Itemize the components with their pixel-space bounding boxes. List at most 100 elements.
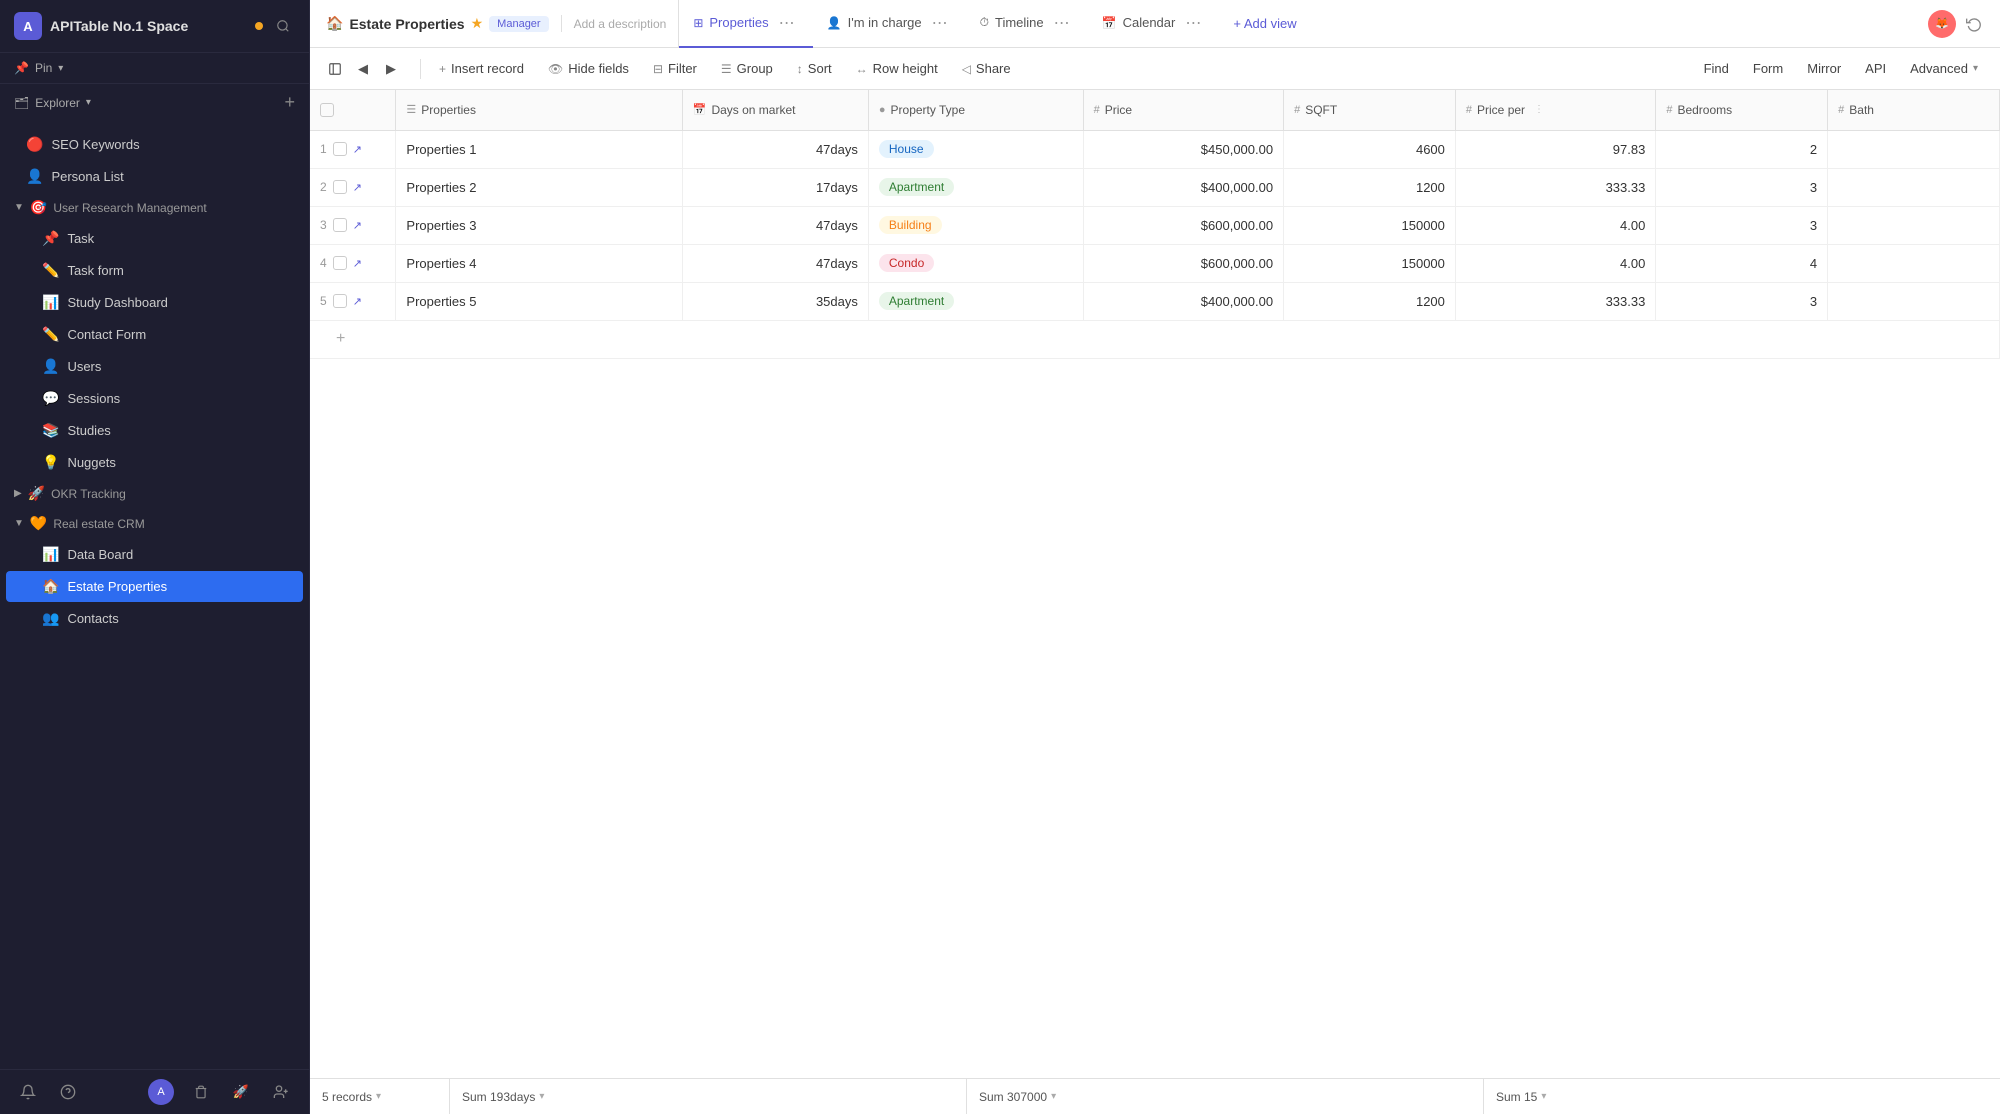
- row-name-cell[interactable]: Properties 2: [396, 168, 682, 206]
- sidebar-section-label: User Research Management: [53, 201, 206, 215]
- row-checkbox[interactable]: [333, 256, 347, 270]
- form-button[interactable]: Form: [1743, 56, 1793, 81]
- notifications-icon[interactable]: [14, 1078, 42, 1106]
- sidebar-item-contacts[interactable]: 👥 Contacts: [6, 603, 303, 634]
- star-icon[interactable]: ★: [471, 15, 484, 32]
- pin-bar[interactable]: 📌 Pin ▾: [0, 53, 309, 84]
- col-header-properties[interactable]: ☰ Properties: [396, 90, 682, 130]
- sidebar-item-nuggets[interactable]: 💡 Nuggets: [6, 447, 303, 478]
- sidebar-item-seo-keywords[interactable]: 🔴 SEO Keywords: [6, 129, 303, 160]
- hide-fields-button[interactable]: 👁 Hide fields: [538, 56, 639, 81]
- col-label-priceper: Price per: [1477, 103, 1525, 117]
- row-check-cell[interactable]: 5 ↗: [310, 282, 396, 320]
- table-row[interactable]: 3 ↗ Properties 3 47days Building $600,00…: [310, 206, 2000, 244]
- sidebar-item-studies[interactable]: 📚 Studies: [6, 415, 303, 446]
- col-header-priceper[interactable]: # Price per ⋮: [1455, 90, 1655, 130]
- table-wrapper[interactable]: ☰ Properties 📅 Days on market ● P: [310, 90, 2000, 1078]
- view-tab-properties[interactable]: ⊞ Properties ⋯: [679, 0, 812, 48]
- expand-icon[interactable]: ↗: [353, 143, 362, 156]
- select-all-checkbox[interactable]: [320, 103, 334, 117]
- back-button[interactable]: ◀: [350, 56, 376, 82]
- row-name-cell[interactable]: Properties 4: [396, 244, 682, 282]
- row-checkbox[interactable]: [333, 294, 347, 308]
- sidebar-item-task[interactable]: 📌 Task: [6, 223, 303, 254]
- table-row[interactable]: 4 ↗ Properties 4 47days Condo $600,000.0…: [310, 244, 2000, 282]
- row-check-cell[interactable]: 1 ↗: [310, 130, 396, 168]
- sidebar-search-icon[interactable]: [271, 14, 295, 38]
- add-row[interactable]: +: [310, 320, 2000, 358]
- col-header-price[interactable]: # Price: [1083, 90, 1283, 130]
- view-tab-label: Calendar: [1123, 15, 1176, 30]
- user-profile-icon[interactable]: A: [147, 1078, 175, 1106]
- col-header-check[interactable]: [310, 90, 396, 130]
- sort-button[interactable]: ↕ Sort: [787, 56, 842, 81]
- collapse-sidebar-button[interactable]: [322, 56, 348, 82]
- person-add-icon[interactable]: [267, 1078, 295, 1106]
- expand-icon[interactable]: ↗: [353, 257, 362, 270]
- sidebar-item-sessions[interactable]: 💬 Sessions: [6, 383, 303, 414]
- records-count: 5 records: [322, 1090, 372, 1104]
- row-check-cell[interactable]: 3 ↗: [310, 206, 396, 244]
- sidebar-item-persona-list[interactable]: 👤 Persona List: [6, 161, 303, 192]
- row-height-button[interactable]: ↔ Row height: [846, 56, 948, 81]
- property-name: Properties 2: [406, 180, 476, 195]
- view-tab-timeline[interactable]: ⏱ Timeline ⋯: [966, 0, 1088, 48]
- rocket-icon[interactable]: 🚀: [227, 1078, 255, 1106]
- row-name-cell[interactable]: Properties 3: [396, 206, 682, 244]
- insert-record-button[interactable]: + Insert record: [429, 56, 534, 81]
- find-button[interactable]: Find: [1694, 56, 1739, 81]
- sidebar-section-okr[interactable]: ▶ 🚀 OKR Tracking: [0, 479, 309, 508]
- add-row-cell[interactable]: +: [310, 320, 2000, 358]
- col-header-baths[interactable]: # Bath: [1828, 90, 2000, 130]
- table-row[interactable]: 5 ↗ Properties 5 35days Apartment $400,0…: [310, 282, 2000, 320]
- undo-icon[interactable]: [1960, 10, 1988, 38]
- view-tab-calendar[interactable]: 📅 Calendar ⋯: [1088, 0, 1220, 48]
- row-name-cell[interactable]: Properties 5: [396, 282, 682, 320]
- sidebar-item-contact-form[interactable]: ✏️ Contact Form: [6, 319, 303, 350]
- col-header-type[interactable]: ● Property Type: [868, 90, 1083, 130]
- sidebar-item-task-form[interactable]: ✏️ Task form: [6, 255, 303, 286]
- row-check-cell[interactable]: 2 ↗: [310, 168, 396, 206]
- expand-icon[interactable]: ↗: [353, 295, 362, 308]
- sidebar-section-user-research[interactable]: ▼ 🎯 User Research Management: [0, 193, 309, 222]
- col-header-days[interactable]: 📅 Days on market: [682, 90, 868, 130]
- forward-button[interactable]: ▶: [378, 56, 404, 82]
- col-header-sqft[interactable]: # SQFT: [1284, 90, 1456, 130]
- description-text[interactable]: Add a description: [562, 0, 680, 47]
- property-type-tag: Building: [879, 216, 942, 234]
- table-row[interactable]: 1 ↗ Properties 1 47days House $450,000.0…: [310, 130, 2000, 168]
- api-button[interactable]: API: [1855, 56, 1896, 81]
- sidebar-item-label: Data Board: [67, 547, 133, 562]
- row-checkbox[interactable]: [333, 142, 347, 156]
- expand-icon[interactable]: ↗: [353, 219, 362, 232]
- sidebar-item-study-dashboard[interactable]: 📊 Study Dashboard: [6, 287, 303, 318]
- advanced-button[interactable]: Advanced ▾: [1900, 56, 1988, 81]
- row-checkbox[interactable]: [333, 180, 347, 194]
- sidebar-item-data-board[interactable]: 📊 Data Board: [6, 539, 303, 570]
- row-check-cell[interactable]: 4 ↗: [310, 244, 396, 282]
- add-view-button[interactable]: + Add view: [1219, 16, 1310, 31]
- view-options-icon2[interactable]: ⋯: [928, 13, 952, 33]
- view-options-icon[interactable]: ⋯: [775, 13, 799, 33]
- row-name-cell[interactable]: Properties 1: [396, 130, 682, 168]
- sidebar-item-users[interactable]: 👤 Users: [6, 351, 303, 382]
- explorer-bar[interactable]: 🗂 Explorer ▾ +: [0, 84, 309, 121]
- sidebar-section-real-estate[interactable]: ▼ 🧡 Real estate CRM: [0, 509, 309, 538]
- filter-button[interactable]: ⊟ Filter: [643, 56, 707, 81]
- group-button[interactable]: ☰ Group: [711, 56, 783, 81]
- view-options-icon3[interactable]: ⋯: [1050, 13, 1074, 33]
- add-row-plus-icon[interactable]: +: [320, 330, 361, 347]
- user-avatar[interactable]: 🦊: [1928, 10, 1956, 38]
- table-row[interactable]: 2 ↗ Properties 2 17days Apartment $400,0…: [310, 168, 2000, 206]
- share-icon: ◁: [962, 62, 971, 76]
- col-header-bedrooms[interactable]: # Bedrooms: [1656, 90, 1828, 130]
- view-tab-im-in-charge[interactable]: 👤 I'm in charge ⋯: [813, 0, 966, 48]
- expand-icon[interactable]: ↗: [353, 181, 362, 194]
- share-button[interactable]: ◁ Share: [952, 56, 1021, 81]
- trash-icon[interactable]: [187, 1078, 215, 1106]
- row-checkbox[interactable]: [333, 218, 347, 232]
- mirror-button[interactable]: Mirror: [1797, 56, 1851, 81]
- view-options-icon4[interactable]: ⋯: [1181, 13, 1205, 33]
- sidebar-item-estate-properties[interactable]: 🏠 Estate Properties: [6, 571, 303, 602]
- help-icon[interactable]: [54, 1078, 82, 1106]
